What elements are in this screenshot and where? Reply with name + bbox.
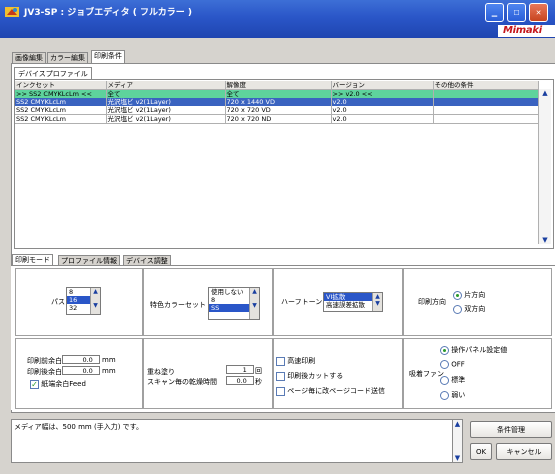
- profile-table: インクセット メディア 解像度 バージョン その他の条件 >> SS2 CMYK…: [15, 81, 539, 124]
- chevron-down-icon[interactable]: ▼: [539, 236, 551, 244]
- table-cell: 720 x 720 VD: [225, 106, 332, 115]
- front-margin-input[interactable]: 0.0: [62, 355, 100, 364]
- chevron-up-icon[interactable]: ▲: [453, 420, 462, 428]
- column-header-version[interactable]: バージョン: [331, 81, 434, 90]
- radio-fan-weak[interactable]: 弱い: [440, 390, 465, 400]
- radio-fan-standard[interactable]: 標準: [440, 375, 465, 385]
- direction-label: 印刷方向: [418, 298, 446, 306]
- brand-logo: Mimaki: [498, 25, 555, 37]
- table-cell: v2.0: [331, 106, 434, 115]
- special-color-listbox[interactable]: 使用しない 8 SS ▲ ▼: [208, 287, 260, 320]
- radio-button[interactable]: [453, 290, 462, 300]
- table-cell: >> SS2 CMYKLcLm <<: [15, 89, 107, 98]
- feed-checkbox[interactable]: ✓ 紙端余白Feed: [30, 379, 86, 389]
- table-cell: [433, 114, 539, 124]
- close-button[interactable]: ✕: [529, 3, 548, 22]
- front-margin-label: 印刷前余白: [27, 357, 62, 365]
- front-margin-unit: mm: [102, 356, 116, 364]
- pass-listbox[interactable]: 8 16 32 ▲ ▼: [66, 287, 101, 315]
- ok-button[interactable]: OK: [470, 443, 492, 460]
- listbox-scroll[interactable]: ▲ ▼: [372, 293, 382, 311]
- halftone-label: ハーフトーン: [281, 298, 323, 306]
- table-cell: 光沢塩ビ v2(1Layer): [106, 114, 226, 124]
- tab-device-profile[interactable]: デバイスプロファイル: [14, 67, 92, 79]
- back-margin-input[interactable]: 0.0: [62, 366, 100, 375]
- table-cell: 全て: [225, 89, 332, 98]
- table-cell: 720 x 720 ND: [225, 114, 332, 124]
- overprint-unit: 回: [255, 367, 262, 375]
- listbox-scroll[interactable]: ▲ ▼: [90, 288, 100, 314]
- table-cell: [433, 89, 539, 98]
- back-margin-unit: mm: [102, 367, 116, 375]
- maximize-button[interactable]: ☐: [507, 3, 526, 22]
- chevron-down-icon[interactable]: ▼: [453, 454, 462, 462]
- table-cell: SS2 CMYKLcLm: [15, 98, 107, 106]
- table-cell: 全て: [106, 89, 226, 98]
- chevron-up-icon[interactable]: ▲: [539, 89, 551, 97]
- table-cell: v2.0: [331, 98, 434, 106]
- cut-after-checkbox[interactable]: 印刷後カットする: [276, 371, 343, 381]
- cancel-button[interactable]: キャンセル: [496, 443, 552, 460]
- radio-button[interactable]: [453, 304, 462, 314]
- status-message: メディア幅は、500 mm (手入力) です。: [11, 419, 457, 463]
- window-title: JV3-SP : ジョブエディタ ( フルカラー ): [24, 8, 192, 18]
- radio-one-way[interactable]: 片方向: [453, 290, 485, 300]
- tab-color-edit[interactable]: カラー編集: [47, 52, 88, 63]
- column-header-resolution[interactable]: 解像度: [225, 81, 332, 90]
- minimize-button[interactable]: ▁: [485, 3, 504, 22]
- listbox-scroll[interactable]: ▲ ▼: [249, 288, 259, 319]
- dry-time-label: スキャン毎の乾燥時間: [147, 378, 217, 386]
- halftone-listbox[interactable]: VI拡散 高速誤差拡散 ▲ ▼: [323, 292, 383, 312]
- status-scrollbar[interactable]: ▲ ▼: [452, 419, 463, 463]
- table-row[interactable]: >> SS2 CMYKLcLm << 全て 全て >> v2.0 <<: [15, 89, 539, 98]
- app-icon: [4, 4, 20, 20]
- radio-fan-off[interactable]: OFF: [440, 360, 465, 369]
- table-scrollbar[interactable]: ▲ ▼: [538, 89, 551, 244]
- table-cell: SS2 CMYKLcLm: [15, 106, 107, 115]
- minimize-icon: ▁: [491, 8, 498, 17]
- table-row[interactable]: SS2 CMYKLcLm 光沢塩ビ v2(1Layer) 720 x 720 N…: [15, 114, 539, 124]
- tab-print-conditions[interactable]: 印刷条件: [91, 50, 125, 63]
- table-cell: >> v2.0 <<: [331, 89, 434, 98]
- table-cell: [433, 98, 539, 106]
- column-header-inkset[interactable]: インクセット: [15, 81, 107, 90]
- check-icon[interactable]: ✓: [30, 379, 39, 389]
- fan-label: 吸着ファン: [409, 370, 444, 378]
- radio-two-way[interactable]: 双方向: [453, 304, 485, 314]
- special-color-label: 特色カラーセット: [150, 301, 206, 309]
- table-row[interactable]: SS2 CMYKLcLm 光沢塩ビ v2(1Layer) 720 x 720 V…: [15, 106, 539, 115]
- overprint-label: 重ね塗り: [147, 368, 175, 376]
- condition-manage-button[interactable]: 条件管理: [470, 421, 552, 438]
- table-cell: SS2 CMYKLcLm: [15, 114, 107, 124]
- maximize-icon: ☐: [513, 8, 520, 17]
- dry-time-input[interactable]: 0.0: [226, 376, 254, 385]
- column-header-other[interactable]: その他の条件: [433, 81, 539, 90]
- dry-time-unit: 秒: [255, 378, 262, 386]
- table-cell: 720 x 1440 VD: [225, 98, 332, 106]
- radio-fan-panel[interactable]: 操作パネル設定値: [440, 345, 507, 355]
- back-margin-label: 印刷後余白: [27, 368, 62, 376]
- table-cell: 光沢塩ビ v2(1Layer): [106, 98, 226, 106]
- table-cell: [433, 106, 539, 115]
- table-row[interactable]: SS2 CMYKLcLm 光沢塩ビ v2(1Layer) 720 x 1440 …: [15, 98, 539, 106]
- overprint-input[interactable]: 1: [226, 365, 254, 374]
- table-cell: 光沢塩ビ v2(1Layer): [106, 106, 226, 115]
- column-header-media[interactable]: メディア: [106, 81, 226, 90]
- tab-image-edit[interactable]: 画像編集: [12, 52, 46, 63]
- pass-label: パス: [51, 298, 65, 306]
- fast-print-checkbox[interactable]: 高速印刷: [276, 356, 315, 366]
- close-icon: ✕: [535, 8, 542, 17]
- table-cell: v2.0: [331, 114, 434, 124]
- page-break-checkbox[interactable]: ページ毎に改ページコード送信: [276, 386, 385, 396]
